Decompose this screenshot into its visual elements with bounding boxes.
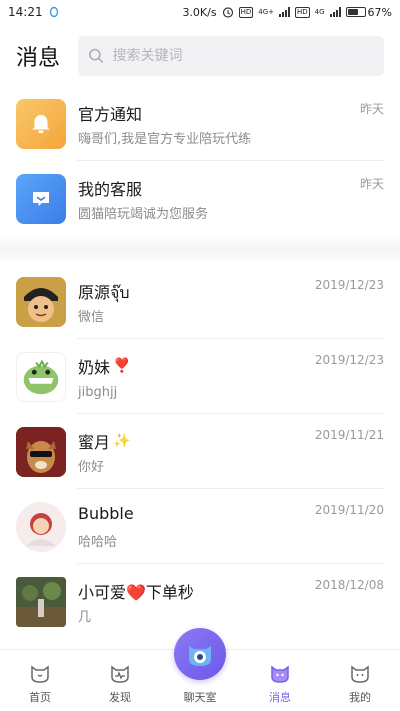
robot-cat-icon bbox=[189, 646, 211, 666]
network-speed: 3.0K/s bbox=[182, 5, 217, 19]
conversation-name-text: 原源จุ๊บ bbox=[78, 282, 130, 302]
cartoon-face-icon bbox=[16, 276, 66, 327]
conversation-time: 昨天 bbox=[359, 102, 384, 116]
conversation-time: 2019/12/23 bbox=[314, 353, 384, 367]
signal-icon-2 bbox=[329, 7, 341, 17]
hd-badge-1: HD bbox=[238, 6, 254, 18]
cat-home-icon bbox=[31, 665, 49, 683]
conversation-name-text: 蜜月 bbox=[78, 432, 111, 452]
cat-messages-icon bbox=[271, 665, 289, 683]
outdoor-photo-icon bbox=[16, 576, 66, 627]
system-row-service[interactable]: 我的客服 圆猫陪玩竭诚为您服务 昨天 bbox=[0, 161, 400, 236]
system-row-official[interactable]: 官方通知 嗨哥们,我是官方专业陪玩代练 昨天 bbox=[0, 86, 400, 161]
conversation-name: 我的客服 bbox=[78, 179, 143, 199]
conversation-time: 昨天 bbox=[359, 177, 384, 191]
conversation-preview: 你好 bbox=[78, 459, 105, 475]
conversation-row[interactable]: 蜜月 ✨ 你好 2019/11/21 bbox=[0, 414, 400, 489]
conversation-preview: 微信 bbox=[78, 309, 105, 325]
conversation-preview: 嗨哥们,我是官方专业陪玩代练 bbox=[78, 131, 252, 147]
service-avatar bbox=[16, 173, 66, 224]
character-avatar-icon bbox=[16, 501, 66, 552]
conversation-name-text: 小可爱❤️下单秒 bbox=[78, 582, 194, 602]
user-avatar bbox=[16, 276, 66, 327]
battery-indicator: 67% bbox=[345, 5, 392, 19]
nav-mine-label: 我的 bbox=[349, 691, 371, 704]
nav-messages-label: 消息 bbox=[269, 691, 291, 704]
nav-messages[interactable]: 消息 bbox=[240, 650, 320, 711]
message-list: 官方通知 嗨哥们,我是官方专业陪玩代练 昨天 我的客服 圆猫陪玩竭诚为您服务 昨… bbox=[0, 86, 400, 639]
conversation-name-text: Bubble bbox=[78, 503, 134, 523]
conversation-time: 2018/12/08 bbox=[314, 578, 384, 592]
network-type-2: 4G bbox=[314, 7, 325, 16]
network-type-1: 4G+ bbox=[258, 7, 274, 16]
signal-icon-1 bbox=[279, 7, 290, 17]
user-avatar bbox=[16, 501, 66, 552]
conversation-preview: 哈哈哈 bbox=[78, 534, 118, 550]
qq-icon bbox=[49, 6, 58, 18]
search-bar[interactable] bbox=[78, 36, 384, 76]
chatroom-mascot bbox=[174, 628, 226, 680]
sparkles-icon: ✨ bbox=[113, 432, 131, 449]
conversation-preview: 圆猫陪玩竭诚为您服务 bbox=[78, 206, 209, 222]
battery-icon bbox=[345, 7, 366, 17]
cat-discover-icon bbox=[111, 665, 129, 683]
bottom-nav: 首页 发现 聊天室 消息 我的 bbox=[0, 628, 400, 711]
official-avatar bbox=[16, 98, 66, 149]
conversation-time: 2019/11/21 bbox=[314, 428, 384, 442]
status-bar: 14:21 3.0K/s HD 4G+ HD 4G 67% bbox=[0, 0, 400, 24]
nav-home[interactable]: 首页 bbox=[0, 650, 80, 711]
conversation-name-text: 奶妹 bbox=[78, 357, 111, 377]
section-separator bbox=[0, 236, 400, 264]
conversation-row[interactable]: 奶妹 ❣️ jibghjj 2019/12/23 bbox=[0, 339, 400, 414]
nav-chatroom[interactable]: 聊天室 bbox=[160, 628, 240, 711]
search-input[interactable] bbox=[112, 48, 374, 64]
conversation-row[interactable]: 原源จุ๊บ 微信 2019/12/23 bbox=[0, 264, 400, 339]
user-avatar bbox=[16, 426, 66, 477]
page-title: 消息 bbox=[16, 46, 61, 71]
conversation-preview: jibghjj bbox=[78, 384, 118, 400]
nav-mine[interactable]: 我的 bbox=[320, 650, 400, 711]
conversation-name: 官方通知 bbox=[78, 104, 143, 124]
chat-icon bbox=[33, 191, 49, 206]
user-avatar bbox=[16, 351, 66, 402]
conversation-row[interactable]: Bubble 哈哈哈 2019/11/20 bbox=[0, 489, 400, 564]
header: 消息 bbox=[0, 36, 400, 76]
conversation-time: 2019/11/20 bbox=[314, 503, 384, 517]
conversation-preview: 几 bbox=[78, 609, 92, 625]
nav-discover[interactable]: 发现 bbox=[80, 650, 160, 711]
heart-exclamation-icon: ❣️ bbox=[113, 357, 131, 374]
search-icon bbox=[89, 48, 103, 63]
dog-with-sunglasses-icon bbox=[16, 426, 66, 477]
status-time: 14:21 bbox=[8, 5, 43, 19]
bell-icon bbox=[32, 114, 50, 133]
dinosaur-icon bbox=[23, 359, 59, 394]
hd-badge-2: HD bbox=[295, 6, 310, 18]
alarm-icon bbox=[222, 7, 233, 18]
battery-percent: 67% bbox=[367, 5, 392, 19]
cat-profile-icon bbox=[351, 665, 369, 683]
user-avatar bbox=[16, 576, 66, 627]
conversation-time: 2019/12/23 bbox=[314, 278, 384, 292]
nav-home-label: 首页 bbox=[29, 691, 51, 704]
nav-discover-label: 发现 bbox=[109, 691, 131, 704]
nav-chatroom-label: 聊天室 bbox=[183, 691, 217, 704]
